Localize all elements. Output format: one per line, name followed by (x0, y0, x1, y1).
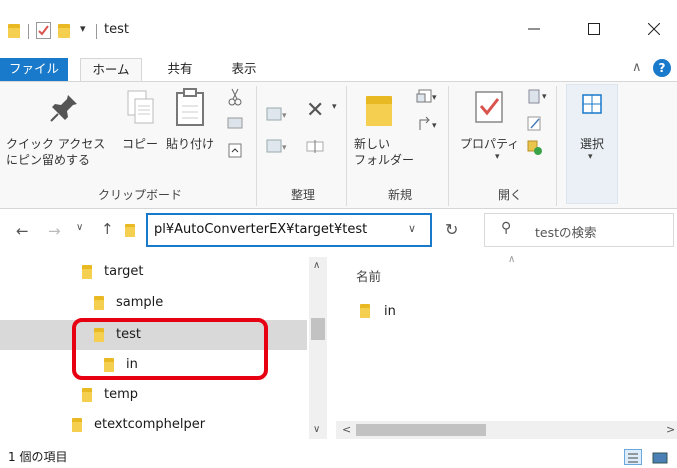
properties-icon (474, 90, 504, 127)
maximize-button[interactable] (571, 14, 617, 44)
details-view-icon[interactable] (624, 449, 642, 465)
status-bar: 1 個の項目 (0, 446, 677, 468)
svg-text:▾: ▾ (432, 121, 437, 131)
move-to-icon[interactable]: ▾ (266, 104, 288, 127)
properties-button[interactable]: プロパティ (460, 136, 520, 152)
new-folder-icon (366, 96, 392, 126)
nav-scroll-thumb[interactable] (311, 318, 325, 340)
search-icon: ⚲ (501, 220, 512, 236)
close-button[interactable] (631, 14, 677, 44)
divider (28, 24, 29, 39)
highlight-box (72, 318, 268, 380)
new-folder-button[interactable]: 新しい フォルダー (354, 136, 414, 168)
large-icons-view-icon[interactable] (652, 450, 668, 468)
pin-quick-access-button[interactable]: クイック アクセス にピン留めする (6, 136, 122, 168)
folder-icon (8, 24, 20, 38)
column-header-name[interactable]: 名前 (356, 266, 381, 285)
back-arrow-icon[interactable]: ← (16, 222, 29, 240)
group-label-clipboard: クリップボード (97, 188, 182, 202)
history-icon[interactable] (527, 140, 543, 159)
svg-text:▾: ▾ (542, 92, 547, 102)
file-item-label: in (384, 304, 396, 319)
folder-icon (360, 304, 370, 318)
nav-item-sample[interactable]: sample (0, 288, 305, 318)
copy-icon (126, 89, 156, 130)
new-item-icon[interactable]: ▾ (416, 88, 440, 109)
scroll-right-icon[interactable]: > (666, 423, 675, 436)
minimize-button[interactable] (511, 14, 557, 44)
folder-icon (125, 224, 135, 237)
nav-item-target[interactable]: target (0, 257, 305, 287)
nav-item-label: etextcomphelper (94, 417, 206, 432)
svg-text:▾: ▾ (432, 93, 437, 103)
tab-file[interactable]: ファイル (0, 58, 68, 82)
scroll-up-icon[interactable]: ∧ (313, 260, 320, 271)
delete-icon[interactable]: ✕ (306, 98, 324, 123)
paste-icon (174, 88, 208, 131)
group-label-organize: 整理 (290, 188, 315, 202)
refresh-icon[interactable]: ↻ (445, 220, 458, 239)
folder-icon (72, 418, 82, 432)
select-icon (582, 94, 602, 117)
nav-scrollbar[interactable] (309, 257, 327, 439)
select-button[interactable]: 選択 (572, 136, 612, 152)
paste-shortcut-icon[interactable] (228, 142, 242, 161)
search-placeholder: testの検索 (535, 225, 597, 240)
tab-view[interactable]: 表示 (214, 58, 274, 82)
nav-item-label: target (104, 264, 144, 279)
edit-icon[interactable] (527, 116, 543, 135)
address-dropdown-icon[interactable]: ∨ (408, 222, 416, 235)
help-icon[interactable]: ? (653, 59, 671, 77)
new-folder-quick-icon[interactable] (58, 24, 70, 38)
properties-dropdown-icon[interactable]: ▾ (495, 152, 500, 162)
group-label-open: 開く (497, 188, 522, 202)
collapse-ribbon-icon[interactable]: ∧ (632, 60, 642, 75)
rename-icon[interactable] (306, 138, 324, 157)
file-item[interactable]: in (352, 296, 672, 326)
select-dropdown-icon[interactable]: ▾ (588, 152, 593, 162)
divider (448, 86, 449, 206)
divider (96, 24, 97, 39)
svg-text:▾: ▾ (282, 111, 287, 121)
tab-home[interactable]: ホーム (80, 58, 142, 82)
nav-item-etextcomphelper[interactable]: etextcomphelper (0, 410, 305, 440)
divider (346, 86, 347, 206)
scroll-down-icon[interactable]: ∨ (313, 424, 320, 435)
nav-item-label: temp (104, 387, 139, 402)
paste-button[interactable]: 貼り付け (166, 136, 222, 152)
cut-icon[interactable] (228, 88, 242, 109)
open-icon[interactable]: ▾ (526, 88, 550, 109)
customize-dropdown-icon[interactable]: ▾ (80, 22, 86, 35)
sort-ascending-icon: ∧ (508, 254, 516, 265)
up-arrow-icon[interactable]: ↑ (101, 220, 114, 238)
svg-text:▾: ▾ (282, 143, 287, 153)
folder-icon (82, 388, 92, 402)
divider (256, 86, 257, 206)
copy-to-icon[interactable]: ▾ (266, 136, 288, 159)
copy-path-icon[interactable] (227, 116, 243, 133)
group-label-new: 新規 (387, 188, 412, 202)
copy-button[interactable]: コピー (122, 136, 162, 152)
address-path: pl¥AutoConverterEX¥target¥test (154, 222, 368, 237)
content-scroll-thumb[interactable] (356, 424, 486, 436)
forward-arrow-icon[interactable]: → (48, 222, 61, 240)
properties-quick-icon[interactable] (36, 22, 51, 39)
window-title: test (104, 22, 129, 37)
title-bar: ▾ test (0, 0, 677, 62)
search-box[interactable]: ⚲ testの検索 (484, 213, 674, 247)
address-bar[interactable]: pl¥AutoConverterEX¥target¥test ∨ (146, 213, 432, 247)
folder-icon (82, 265, 92, 279)
folder-icon (94, 296, 104, 310)
delete-dropdown-icon[interactable]: ▾ (332, 102, 337, 112)
pin-icon (48, 92, 80, 127)
scroll-left-icon[interactable]: < (342, 423, 351, 436)
nav-item-temp[interactable]: temp (0, 380, 305, 410)
item-count: 1 個の項目 (8, 450, 68, 464)
nav-item-label: sample (116, 295, 164, 310)
tab-share[interactable]: 共有 (150, 58, 210, 82)
recent-locations-icon[interactable]: ∨ (76, 222, 83, 233)
easy-access-icon[interactable]: ▾ (416, 116, 440, 137)
divider (556, 86, 557, 206)
